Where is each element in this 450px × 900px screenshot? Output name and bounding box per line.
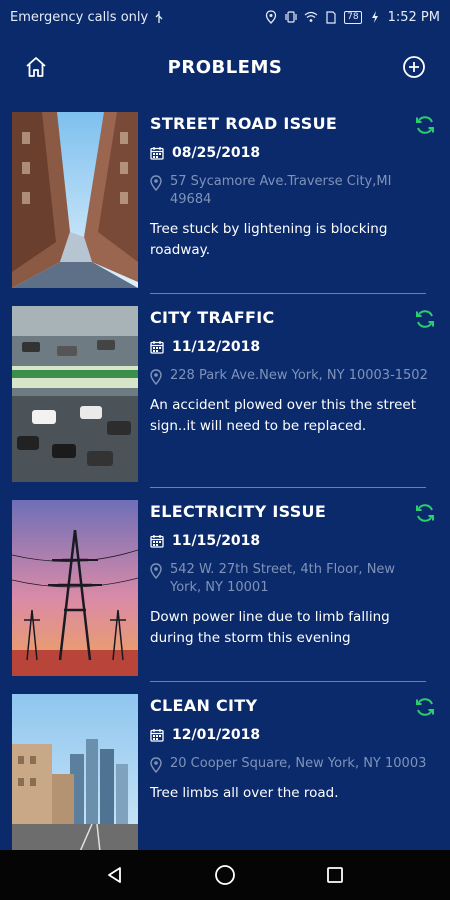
system-nav-bar xyxy=(0,850,450,900)
problem-address-row: 20 Cooper Square, New York, NY 10003 xyxy=(150,755,428,773)
charging-icon xyxy=(368,10,382,24)
problem-card-body: ELECTRICITY ISSUE 11/15/2018 542 W. 27th… xyxy=(150,500,428,649)
problem-title: STREET ROAD ISSUE xyxy=(150,114,338,133)
problem-image-traffic xyxy=(12,306,138,482)
problem-card-body: CITY TRAFFIC 11/12/2018 228 Park Ave.New… xyxy=(150,306,428,437)
problem-image-city xyxy=(12,694,138,850)
sync-icon xyxy=(416,698,434,716)
home-button[interactable] xyxy=(16,47,56,87)
problem-image-street xyxy=(12,112,138,288)
problem-date-row: 08/25/2018 xyxy=(150,145,428,161)
sync-status-button[interactable] xyxy=(414,696,436,718)
problem-address-row: 57 Sycamore Ave.Traverse City,MI 49684 xyxy=(150,173,428,209)
problem-date: 12/01/2018 xyxy=(172,727,261,743)
page-title: PROBLEMS xyxy=(167,56,283,78)
carrier-text: Emergency calls only xyxy=(10,9,149,25)
problem-title: ELECTRICITY ISSUE xyxy=(150,502,327,521)
vibrate-icon xyxy=(284,10,298,24)
calendar-icon xyxy=(150,147,164,160)
problem-address: 57 Sycamore Ave.Traverse City,MI 49684 xyxy=(170,174,392,207)
problem-address-row: 542 W. 27th Street, 4th Floor, New York,… xyxy=(150,561,428,597)
problem-date: 11/12/2018 xyxy=(172,339,261,355)
home-icon xyxy=(26,57,46,77)
location-pin-icon xyxy=(150,563,162,579)
problem-list[interactable]: STREET ROAD ISSUE 08/25/2018 57 Sycamore… xyxy=(0,100,450,850)
problem-card[interactable]: CLEAN CITY 12/01/2018 20 Cooper Square, … xyxy=(0,682,450,850)
problem-card[interactable]: ELECTRICITY ISSUE 11/15/2018 542 W. 27th… xyxy=(0,488,450,682)
status-right: 78 1:52 PM xyxy=(264,10,440,25)
clock-text: 1:52 PM xyxy=(387,9,440,25)
status-left: Emergency calls only xyxy=(10,10,166,25)
app-header: PROBLEMS xyxy=(0,34,450,100)
problem-address-row: 228 Park Ave.New York, NY 10003-1502 xyxy=(150,367,428,385)
problem-description: Tree stuck by lightening is blocking roa… xyxy=(150,221,388,258)
problem-card-body: STREET ROAD ISSUE 08/25/2018 57 Sycamore… xyxy=(150,112,428,261)
sync-icon xyxy=(416,504,434,522)
problem-description: Tree limbs all over the road. xyxy=(150,785,339,801)
problem-date: 11/15/2018 xyxy=(172,533,261,549)
problem-date-row: 12/01/2018 xyxy=(150,727,428,743)
sync-status-button[interactable] xyxy=(414,114,436,136)
usb-icon xyxy=(152,10,166,24)
calendar-icon xyxy=(150,535,164,548)
calendar-icon xyxy=(150,729,164,742)
home-nav-button[interactable] xyxy=(205,855,245,895)
recents-button[interactable] xyxy=(315,855,355,895)
problem-date-row: 11/15/2018 xyxy=(150,533,428,549)
problem-title: CLEAN CITY xyxy=(150,696,258,715)
problem-date: 08/25/2018 xyxy=(172,145,261,161)
add-problem-button[interactable] xyxy=(394,47,434,87)
sync-icon xyxy=(416,116,434,134)
location-pin-icon xyxy=(150,369,162,385)
problem-title: CITY TRAFFIC xyxy=(150,308,275,327)
sync-icon xyxy=(416,310,434,328)
sim-icon xyxy=(324,10,338,24)
sync-status-button[interactable] xyxy=(414,502,436,524)
location-icon xyxy=(264,10,278,24)
recents-square-icon xyxy=(327,867,343,883)
status-bar: Emergency calls only 78 1:52 PM xyxy=(0,0,450,34)
location-pin-icon xyxy=(150,175,162,191)
problem-description: An accident plowed over this the street … xyxy=(150,397,417,434)
location-pin-icon xyxy=(150,757,162,773)
problem-date-row: 11/12/2018 xyxy=(150,339,428,355)
problem-address: 542 W. 27th Street, 4th Floor, New York,… xyxy=(170,562,396,595)
problem-address: 228 Park Ave.New York, NY 10003-1502 xyxy=(170,368,428,383)
wifi-icon xyxy=(304,10,318,24)
sync-status-button[interactable] xyxy=(414,308,436,330)
problem-description: Down power line due to limb falling duri… xyxy=(150,609,390,646)
back-button[interactable] xyxy=(95,855,135,895)
home-circle-icon xyxy=(215,865,235,885)
problem-image-power-lines xyxy=(12,500,138,676)
problem-card[interactable]: CITY TRAFFIC 11/12/2018 228 Park Ave.New… xyxy=(0,294,450,488)
battery-icon: 78 xyxy=(344,10,362,24)
problem-card-body: CLEAN CITY 12/01/2018 20 Cooper Square, … xyxy=(150,694,428,804)
back-triangle-icon xyxy=(108,867,121,883)
calendar-icon xyxy=(150,341,164,354)
problem-address: 20 Cooper Square, New York, NY 10003 xyxy=(170,756,427,771)
problem-card[interactable]: STREET ROAD ISSUE 08/25/2018 57 Sycamore… xyxy=(0,100,450,294)
add-circle-icon xyxy=(403,56,425,78)
